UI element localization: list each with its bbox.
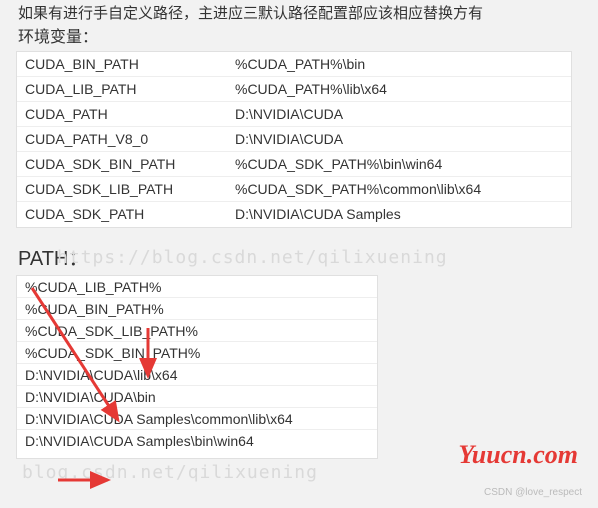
table-row: CUDA_LIB_PATH %CUDA_PATH%\lib\x64: [17, 77, 571, 102]
table-row: CUDA_BIN_PATH %CUDA_PATH%\bin: [17, 52, 571, 77]
path-section-label: PATH：: [0, 236, 598, 275]
env-var-value: %CUDA_PATH%\lib\x64: [235, 77, 571, 101]
env-var-value: D:\NVIDIA\CUDA: [235, 127, 571, 151]
env-var-name: CUDA_PATH_V8_0: [25, 127, 235, 151]
table-row: D:\NVIDIA\CUDA\bin: [17, 386, 377, 408]
env-var-name: CUDA_PATH: [25, 102, 235, 126]
table-row: CUDA_SDK_PATH D:\NVIDIA\CUDA Samples: [17, 202, 571, 227]
brand-watermark: Yuucn.com: [458, 440, 578, 470]
table-row: CUDA_PATH_V8_0 D:\NVIDIA\CUDA: [17, 127, 571, 152]
env-var-name: CUDA_SDK_LIB_PATH: [25, 177, 235, 201]
env-vars-table: https://blog.csdn.net/qilixuening CUDA_B…: [16, 51, 572, 228]
table-row: CUDA_SDK_LIB_PATH %CUDA_SDK_PATH%\common…: [17, 177, 571, 202]
table-row: D:\NVIDIA\CUDA Samples\common\lib\x64: [17, 408, 377, 430]
env-var-value: D:\NVIDIA\CUDA: [235, 102, 571, 126]
env-var-value: %CUDA_SDK_PATH%\common\lib\x64: [235, 177, 571, 201]
table-row: %CUDA_BIN_PATH%: [17, 298, 377, 320]
env-var-value: %CUDA_PATH%\bin: [235, 52, 571, 76]
env-var-value: %CUDA_SDK_PATH%\bin\win64: [235, 152, 571, 176]
env-var-name: CUDA_LIB_PATH: [25, 77, 235, 101]
path-entries-table: %CUDA_LIB_PATH% %CUDA_BIN_PATH% %CUDA_SD…: [16, 275, 378, 459]
table-row: CUDA_PATH D:\NVIDIA\CUDA: [17, 102, 571, 127]
env-var-name: CUDA_SDK_BIN_PATH: [25, 152, 235, 176]
table-row: %CUDA_SDK_LIB_PATH%: [17, 320, 377, 342]
env-section-label: 环境变量：: [0, 23, 598, 51]
env-var-name: CUDA_SDK_PATH: [25, 202, 235, 227]
table-row: D:\NVIDIA\CUDA Samples\bin\win64: [17, 430, 377, 458]
env-var-value: D:\NVIDIA\CUDA Samples: [235, 202, 571, 227]
table-row: %CUDA_SDK_BIN_PATH%: [17, 342, 377, 364]
csdn-credit: CSDN @love_respect: [484, 487, 582, 498]
table-row: CUDA_SDK_BIN_PATH %CUDA_SDK_PATH%\bin\wi…: [17, 152, 571, 177]
watermark-url-2: blog.csdn.net/qilixuening: [22, 462, 318, 483]
truncated-intro-text: 如果有进行手自定义路径，主进应三默认路径配置部应该相应替换方有: [0, 2, 598, 23]
table-row: %CUDA_LIB_PATH%: [17, 276, 377, 298]
table-row: D:\NVIDIA\CUDA\lib\x64: [17, 364, 377, 386]
env-var-name: CUDA_BIN_PATH: [25, 52, 235, 76]
